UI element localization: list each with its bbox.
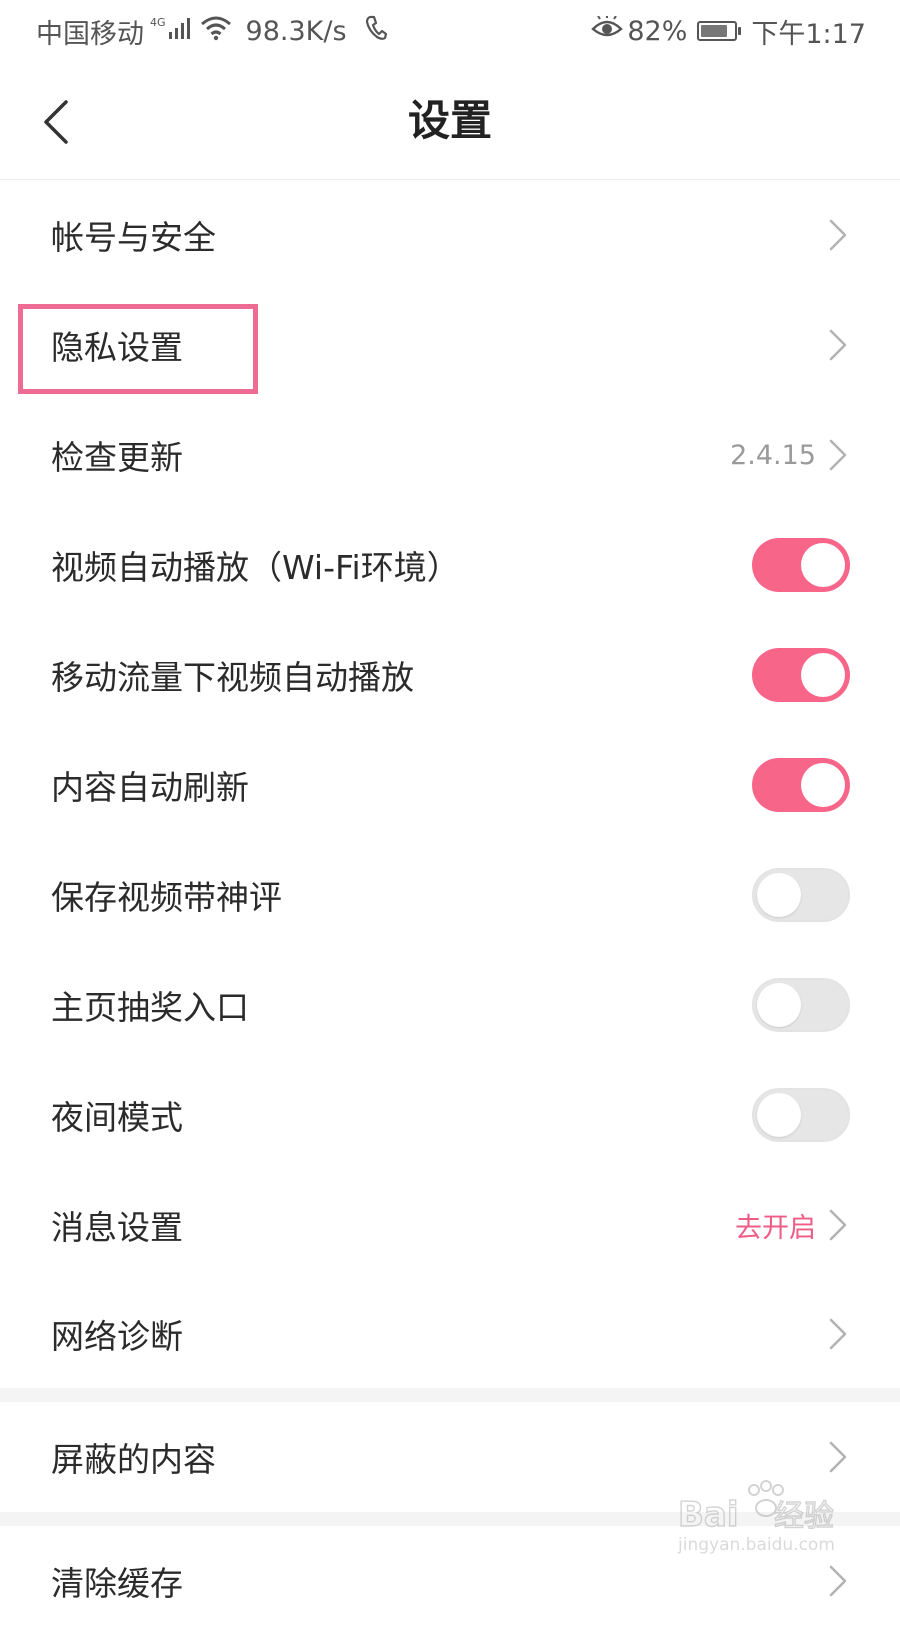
setting-label: 检查更新 [51, 438, 183, 477]
chevron-right-icon [829, 1318, 847, 1350]
autoplay-mobile-toggle[interactable] [752, 648, 850, 702]
setting-label: 夜间模式 [51, 1098, 183, 1137]
clock-time: 下午1:17 [751, 18, 866, 50]
setting-right [826, 1438, 850, 1476]
wifi-icon [200, 15, 232, 48]
status-bar-right: 82% 下午1:17 [591, 12, 900, 51]
setting-network-diagnosis[interactable]: 网络诊断 [0, 1280, 900, 1388]
eye-icon [591, 14, 624, 47]
toggle-knob [757, 873, 801, 917]
setting-label: 消息设置 [51, 1208, 183, 1247]
setting-right: 2.4.15 [730, 436, 850, 474]
setting-right [826, 1315, 850, 1353]
version-number: 2.4.15 [730, 439, 816, 471]
setting-auto-refresh: 内容自动刷新 [0, 730, 900, 840]
network-type-badge: 4G [150, 15, 166, 29]
setting-save-with-comments: 保存视频带神评 [0, 840, 900, 950]
setting-label: 视频自动播放（Wi-Fi环境） [51, 548, 460, 587]
battery-icon [697, 21, 742, 41]
settings-list: 帐号与安全 隐私设置 检查更新 2.4.15 视频自动播放（Wi-Fi环境） 移… [0, 180, 900, 1636]
setting-label: 隐私设置 [51, 328, 183, 367]
status-bar: 中国移动 4G 98.3K/s 82% 下午1:17 [0, 0, 900, 62]
setting-autoplay-mobile: 移动流量下视频自动播放 [0, 620, 900, 730]
battery-level-fill [701, 25, 728, 37]
signal-bars-icon [168, 16, 194, 47]
auto-refresh-toggle[interactable] [752, 758, 850, 812]
night-mode-toggle[interactable] [752, 1088, 850, 1142]
setting-privacy[interactable]: 隐私设置 [0, 290, 900, 400]
toggle-knob [757, 983, 801, 1027]
setting-label: 内容自动刷新 [51, 768, 249, 807]
chevron-right-icon [829, 219, 847, 251]
setting-label: 帐号与安全 [51, 218, 216, 257]
chevron-right-icon [829, 1441, 847, 1473]
toggle-knob [801, 653, 845, 697]
setting-label: 清除缓存 [51, 1564, 183, 1603]
setting-label: 保存视频带神评 [51, 878, 282, 917]
chevron-right-icon [829, 439, 847, 471]
setting-label: 主页抽奖入口 [51, 988, 249, 1027]
setting-account-security[interactable]: 帐号与安全 [0, 180, 900, 290]
setting-night-mode: 夜间模式 [0, 1060, 900, 1170]
setting-right: 去开启 [735, 1206, 850, 1245]
network-speed: 98.3K/s [245, 15, 347, 47]
setting-autoplay-wifi: 视频自动播放（Wi-Fi环境） [0, 510, 900, 620]
toggle-knob [801, 543, 845, 587]
enable-notifications-link[interactable]: 去开启 [735, 1206, 816, 1245]
navigation-header: 设置 [0, 62, 900, 180]
setting-label: 屏蔽的内容 [51, 1440, 216, 1479]
section-divider [0, 1512, 900, 1526]
chevron-right-icon [829, 329, 847, 361]
setting-right [826, 1562, 850, 1600]
phone-icon [365, 15, 387, 48]
carrier-name: 中国移动 [36, 18, 144, 50]
setting-label: 移动流量下视频自动播放 [51, 658, 414, 697]
chevron-right-icon [829, 1209, 847, 1241]
toggle-knob [757, 1093, 801, 1137]
toggle-knob [801, 763, 845, 807]
lottery-entry-toggle[interactable] [752, 978, 850, 1032]
setting-check-update[interactable]: 检查更新 2.4.15 [0, 400, 900, 510]
section-divider [0, 1388, 900, 1402]
battery-percent: 82% [627, 15, 688, 47]
setting-right [826, 216, 850, 254]
autoplay-wifi-toggle[interactable] [752, 538, 850, 592]
status-bar-left: 中国移动 4G 98.3K/s [0, 12, 387, 51]
setting-label: 网络诊断 [51, 1317, 183, 1356]
setting-right [826, 326, 850, 364]
setting-lottery-entry: 主页抽奖入口 [0, 950, 900, 1060]
chevron-right-icon [829, 1565, 847, 1597]
setting-notifications[interactable]: 消息设置 去开启 [0, 1170, 900, 1280]
save-with-comments-toggle[interactable] [752, 868, 850, 922]
setting-blocked-content[interactable]: 屏蔽的内容 [0, 1402, 900, 1512]
page-title: 设置 [407, 96, 492, 145]
setting-clear-cache[interactable]: 清除缓存 [0, 1526, 900, 1636]
